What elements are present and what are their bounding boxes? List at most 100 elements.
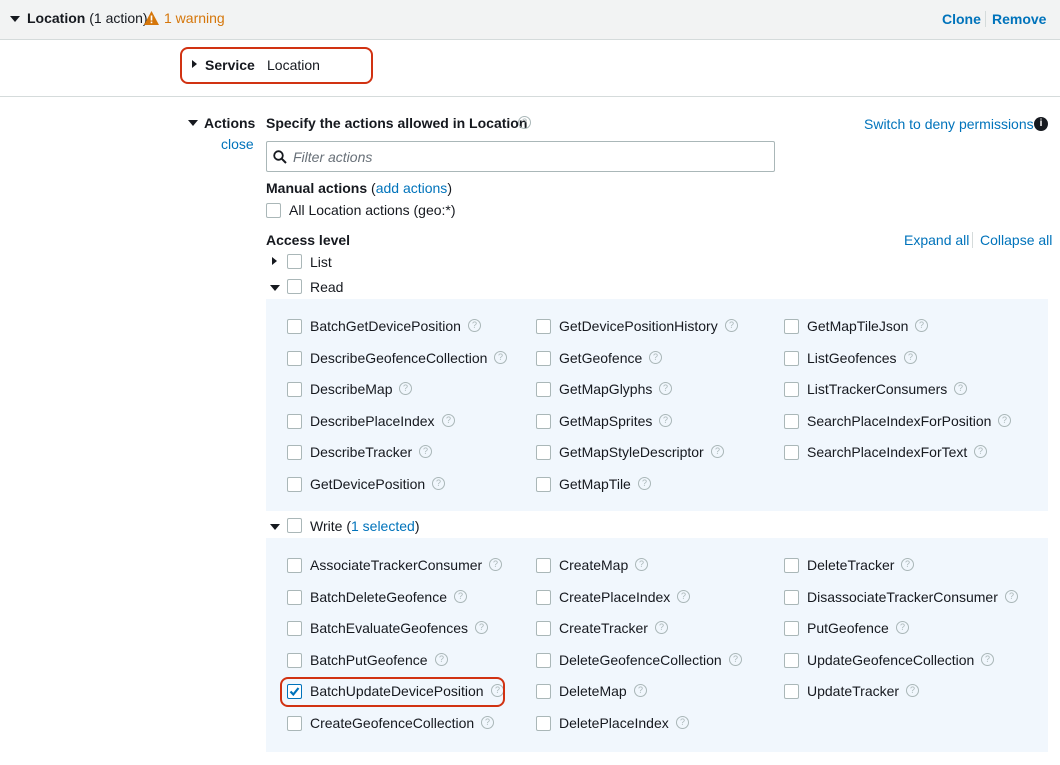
caret-down-icon[interactable] xyxy=(188,120,198,126)
action-label[interactable]: ListGeofences xyxy=(807,350,897,366)
action-checkbox[interactable] xyxy=(287,558,302,573)
help-icon[interactable]: ? xyxy=(904,351,917,364)
action-checkbox[interactable] xyxy=(536,653,551,668)
info-icon[interactable]: i xyxy=(1034,117,1048,131)
write-checkbox[interactable] xyxy=(287,518,302,533)
action-checkbox[interactable] xyxy=(536,621,551,636)
actions-close-link[interactable]: close xyxy=(221,136,254,152)
action-label[interactable]: BatchDeleteGeofence xyxy=(310,589,447,605)
action-checkbox[interactable] xyxy=(287,590,302,605)
action-checkbox[interactable] xyxy=(287,653,302,668)
action-label[interactable]: CreateMap xyxy=(559,557,628,573)
action-checkbox[interactable] xyxy=(784,445,799,460)
action-label[interactable]: PutGeofence xyxy=(807,620,889,636)
action-checkbox[interactable] xyxy=(536,445,551,460)
help-icon[interactable]: ? xyxy=(442,414,455,427)
read-group-label[interactable]: Read xyxy=(310,279,343,295)
help-icon[interactable]: ? xyxy=(711,445,724,458)
action-label[interactable]: GetDevicePositionHistory xyxy=(559,318,718,334)
help-icon[interactable]: ? xyxy=(468,319,481,332)
help-icon[interactable]: ? xyxy=(635,558,648,571)
help-icon[interactable]: ? xyxy=(638,477,651,490)
action-checkbox[interactable] xyxy=(287,477,302,492)
action-label[interactable]: DescribeMap xyxy=(310,381,392,397)
action-label[interactable]: BatchPutGeofence xyxy=(310,652,428,668)
action-label[interactable]: DeleteTracker xyxy=(807,557,894,573)
caret-down-icon[interactable] xyxy=(270,524,280,530)
action-label[interactable]: AssociateTrackerConsumer xyxy=(310,557,482,573)
action-label[interactable]: BatchGetDevicePosition xyxy=(310,318,461,334)
action-checkbox[interactable] xyxy=(536,590,551,605)
action-checkbox[interactable] xyxy=(287,445,302,460)
help-icon[interactable]: ? xyxy=(432,477,445,490)
action-label[interactable]: DisassociateTrackerConsumer xyxy=(807,589,998,605)
action-checkbox[interactable] xyxy=(784,319,799,334)
action-label[interactable]: GetMapSprites xyxy=(559,413,652,429)
action-label[interactable]: DeleteMap xyxy=(559,683,627,699)
action-label[interactable]: GetDevicePosition xyxy=(310,476,425,492)
help-icon[interactable]: ? xyxy=(901,558,914,571)
all-actions-checkbox[interactable] xyxy=(266,203,281,218)
help-icon[interactable]: ? xyxy=(1005,590,1018,603)
action-label[interactable]: DeletePlaceIndex xyxy=(559,715,669,731)
service-label[interactable]: Service xyxy=(205,57,255,73)
help-icon[interactable]: ? xyxy=(896,621,909,634)
action-label[interactable]: GetMapGlyphs xyxy=(559,381,652,397)
help-icon[interactable]: ? xyxy=(954,382,967,395)
caret-down-icon[interactable] xyxy=(10,16,20,22)
action-label[interactable]: GetMapTile xyxy=(559,476,631,492)
help-icon[interactable]: ? xyxy=(676,716,689,729)
action-label[interactable]: DescribeTracker xyxy=(310,444,412,460)
action-checkbox[interactable] xyxy=(287,319,302,334)
action-label[interactable]: BatchEvaluateGeofences xyxy=(310,620,468,636)
help-icon[interactable]: ? xyxy=(489,558,502,571)
help-icon[interactable]: ? xyxy=(494,351,507,364)
actions-label[interactable]: Actions xyxy=(204,115,255,131)
help-icon[interactable]: ? xyxy=(481,716,494,729)
remove-button[interactable]: Remove xyxy=(992,11,1046,27)
help-icon[interactable]: ? xyxy=(475,621,488,634)
action-label[interactable]: UpdateGeofenceCollection xyxy=(807,652,974,668)
action-checkbox[interactable] xyxy=(536,319,551,334)
help-icon[interactable]: ? xyxy=(518,116,531,129)
write-group-label[interactable]: Write (1 selected) xyxy=(310,518,419,534)
action-checkbox[interactable] xyxy=(784,653,799,668)
warning-count[interactable]: 1 warning xyxy=(164,10,225,26)
expand-all-link[interactable]: Expand all xyxy=(904,232,969,248)
action-label[interactable]: GetGeofence xyxy=(559,350,642,366)
help-icon[interactable]: ? xyxy=(677,590,690,603)
action-label[interactable]: CreatePlaceIndex xyxy=(559,589,670,605)
action-checkbox[interactable] xyxy=(536,382,551,397)
help-icon[interactable]: ? xyxy=(981,653,994,666)
action-checkbox[interactable] xyxy=(784,414,799,429)
write-selected-link[interactable]: 1 selected xyxy=(351,518,415,534)
help-icon[interactable]: ? xyxy=(659,382,672,395)
help-icon[interactable]: ? xyxy=(399,382,412,395)
action-label[interactable]: DescribeGeofenceCollection xyxy=(310,350,487,366)
action-label[interactable]: SearchPlaceIndexForPosition xyxy=(807,413,991,429)
action-label[interactable]: CreateTracker xyxy=(559,620,648,636)
action-checkbox[interactable] xyxy=(536,558,551,573)
help-icon[interactable]: ? xyxy=(906,684,919,697)
action-label[interactable]: DescribePlaceIndex xyxy=(310,413,435,429)
action-checkbox[interactable] xyxy=(784,590,799,605)
switch-deny-link[interactable]: Switch to deny permissions xyxy=(864,116,1034,132)
action-label[interactable]: UpdateTracker xyxy=(807,683,899,699)
help-icon[interactable]: ? xyxy=(649,351,662,364)
action-checkbox[interactable] xyxy=(287,382,302,397)
help-icon[interactable]: ? xyxy=(998,414,1011,427)
help-icon[interactable]: ? xyxy=(419,445,432,458)
add-actions-link[interactable]: add actions xyxy=(376,180,448,196)
list-group-label[interactable]: List xyxy=(310,254,332,270)
action-checkbox[interactable] xyxy=(536,414,551,429)
action-checkbox[interactable] xyxy=(287,414,302,429)
action-checkbox[interactable] xyxy=(784,382,799,397)
action-checkbox[interactable] xyxy=(287,351,302,366)
action-label[interactable]: CreateGeofenceCollection xyxy=(310,715,474,731)
collapse-all-link[interactable]: Collapse all xyxy=(980,232,1052,248)
help-icon[interactable]: ? xyxy=(974,445,987,458)
help-icon[interactable]: ? xyxy=(634,684,647,697)
list-checkbox[interactable] xyxy=(287,254,302,269)
action-label[interactable]: DeleteGeofenceCollection xyxy=(559,652,722,668)
help-icon[interactable]: ? xyxy=(655,621,668,634)
